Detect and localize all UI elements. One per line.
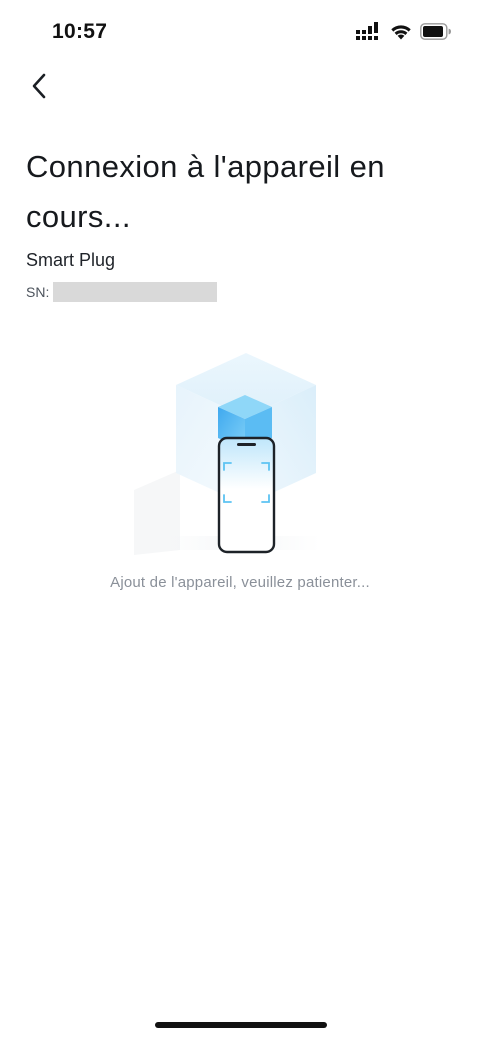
page-title: Connexion à l'appareil en cours... xyxy=(26,149,385,234)
cellular-signal-icon xyxy=(356,22,378,40)
home-indicator[interactable] xyxy=(155,1022,327,1028)
connecting-illustration xyxy=(120,340,360,560)
serial-value-redacted xyxy=(53,282,218,302)
status-time: 10:57 xyxy=(52,20,108,43)
battery-icon xyxy=(420,22,451,40)
status-message: Ajout de l'appareil, veuillez patienter.… xyxy=(110,574,370,591)
back-button[interactable] xyxy=(18,64,62,108)
device-name: Smart Plug xyxy=(26,250,116,270)
status-bar: 10:57 xyxy=(0,0,480,64)
status-icons xyxy=(356,22,452,40)
chevron-left-icon xyxy=(32,73,46,99)
phone-scan-cube-icon xyxy=(134,353,320,555)
wifi-icon xyxy=(391,24,411,39)
serial-label: SN: xyxy=(26,284,50,300)
serial-number-row: SN: xyxy=(26,282,218,302)
